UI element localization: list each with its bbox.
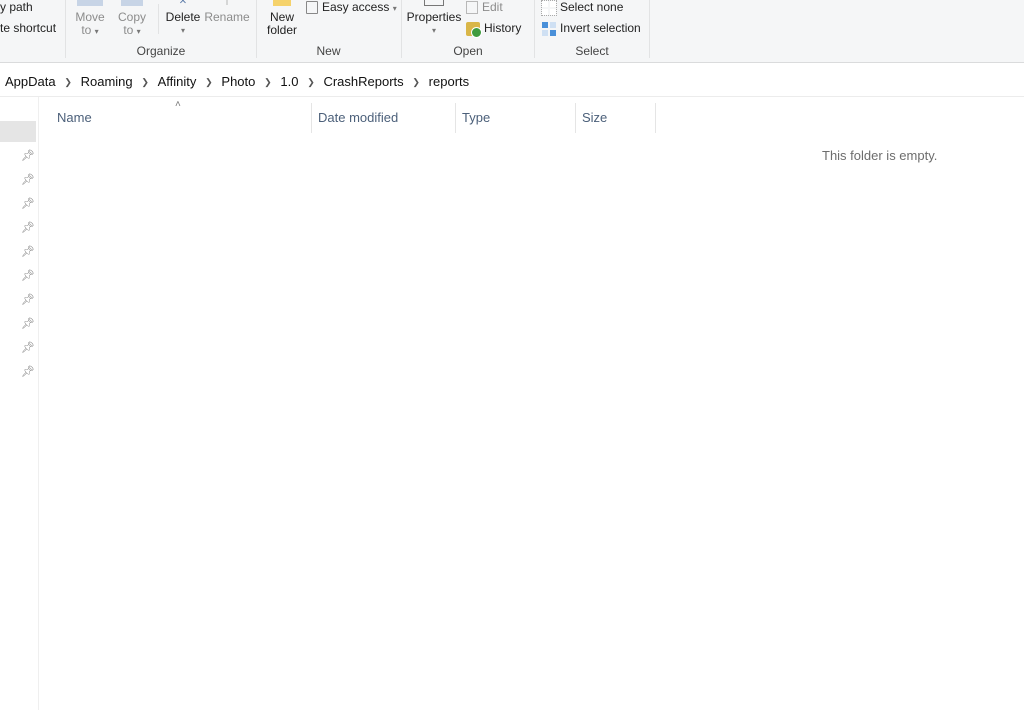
rename-label: Rename [204,10,250,24]
pin-icon[interactable]: 📌︎ [21,366,35,378]
new-group-label: New [316,44,341,58]
rename-button[interactable]: I Rename [204,0,250,24]
pin-icon[interactable]: 📌︎ [21,222,35,234]
pin-icon[interactable]: 📌︎ [21,294,35,306]
breadcrumb-version[interactable]: 1.0 [280,74,298,89]
invert-selection-icon [542,21,556,36]
delete-button[interactable]: ✕ Delete ▾ [162,0,204,37]
select-group-label: Select [575,44,609,58]
history-button[interactable]: History [466,21,522,38]
history-label: History [484,21,522,35]
column-header-type[interactable]: Type [456,103,576,133]
pin-icon[interactable]: 📌︎ [21,270,35,282]
move-to-button[interactable]: Move to ▾ [72,0,108,38]
chevron-right-icon[interactable]: ❯ [255,77,280,88]
delete-icon: ✕ [178,0,188,7]
properties-label: Properties [406,10,462,24]
chevron-down-icon: ▾ [392,4,397,13]
delete-label: Delete [165,10,201,24]
breadcrumb-reports[interactable]: reports [429,74,469,89]
ribbon: y path te shortcut Move to ▾ Copy to ▾ ✕… [0,0,1024,63]
breadcrumb-photo[interactable]: Photo [221,74,255,89]
edit-icon [466,1,478,15]
easy-access-label: Easy access [322,0,390,14]
chevron-right-icon[interactable]: ❯ [133,77,158,88]
pin-icon[interactable]: 📌︎ [21,342,35,354]
navigation-pane: 📌︎ 📌︎ 📌︎ 📌︎ 📌︎ 📌︎ 📌︎ 📌︎ 📌︎ 📌︎ [0,97,39,710]
copy-to-button[interactable]: Copy to ▾ [114,0,150,38]
properties-icon [424,0,444,6]
select-none-label: Select none [560,0,624,14]
organize-group: Move to ▾ Copy to ▾ ✕ Delete ▾ I Rename … [66,0,256,62]
pin-icon[interactable]: 📌︎ [21,174,35,186]
paste-shortcut-button[interactable]: te shortcut [0,21,56,35]
chevron-down-icon: ▾ [431,26,436,35]
ribbon-separator [649,0,650,58]
copy-path-label: y path [0,0,33,14]
edit-button[interactable]: Edit [466,0,503,15]
nav-selected-item[interactable] [0,121,36,142]
paste-shortcut-label: te shortcut [0,21,57,35]
pin-icon[interactable]: 📌︎ [21,318,35,330]
empty-folder-message: This folder is empty. [822,148,938,163]
column-headers: ˄ Name Date modified Type Size [38,99,1024,133]
history-icon [466,21,482,38]
copy-to-icon [121,0,143,6]
copy-path-button[interactable]: y path [0,0,33,14]
copy-to-label-line2: to [123,23,134,37]
easy-access-icon [306,1,318,15]
chevron-right-icon[interactable]: ❯ [298,77,323,88]
select-group: Select none Invert selection Select [535,0,649,62]
invert-selection-label: Invert selection [560,21,641,35]
chevron-right-icon[interactable]: ❯ [56,77,81,88]
move-to-icon [77,0,103,6]
chevron-down-icon: ▾ [180,26,185,35]
new-folder-label-line2: folder [266,23,298,37]
chevron-right-icon[interactable]: ❯ [196,77,221,88]
move-to-label-line2: to [81,23,92,37]
easy-access-button[interactable]: Easy access ▾ [306,0,397,15]
column-header-size[interactable]: Size [576,103,656,133]
chevron-right-icon[interactable]: ❯ [404,77,429,88]
open-group-label: Open [453,44,483,58]
organize-group-label: Organize [136,44,186,58]
pin-icon[interactable]: 📌︎ [21,198,35,210]
column-header-date-modified[interactable]: Date modified [312,103,456,133]
chevron-down-icon: ▾ [94,27,99,36]
breadcrumb-roaming[interactable]: Roaming [81,74,133,89]
column-header-name[interactable]: Name [51,103,312,133]
breadcrumb-crashreports[interactable]: CrashReports [323,74,403,89]
pin-icon[interactable]: 📌︎ [21,246,35,258]
new-group: New folder Easy access ▾ New [257,0,400,62]
chevron-down-icon: ▾ [136,27,141,36]
invert-selection-button[interactable]: Invert selection [542,21,641,36]
properties-button[interactable]: Properties ▾ [406,0,462,37]
address-bar[interactable]: AppData ❯ Roaming ❯ Affinity ❯ Photo ❯ 1.0 ❯ Crash… [0,67,1024,97]
breadcrumb: AppData ❯ Roaming ❯ Affinity ❯ Photo ❯ 1.0 ❯ Crash… [5,74,469,89]
pin-icon[interactable]: 📌︎ [21,150,35,162]
folder-icon [273,0,291,6]
select-none-icon [541,0,557,16]
edit-label: Edit [482,0,503,14]
ribbon-separator [158,4,159,34]
breadcrumb-appdata[interactable]: AppData [5,74,56,89]
select-none-button[interactable]: Select none [541,0,624,16]
breadcrumb-affinity[interactable]: Affinity [158,74,197,89]
open-group: Properties ▾ Edit History Open [402,0,534,62]
new-folder-button[interactable]: New folder [261,0,303,37]
rename-icon: I [225,0,229,7]
